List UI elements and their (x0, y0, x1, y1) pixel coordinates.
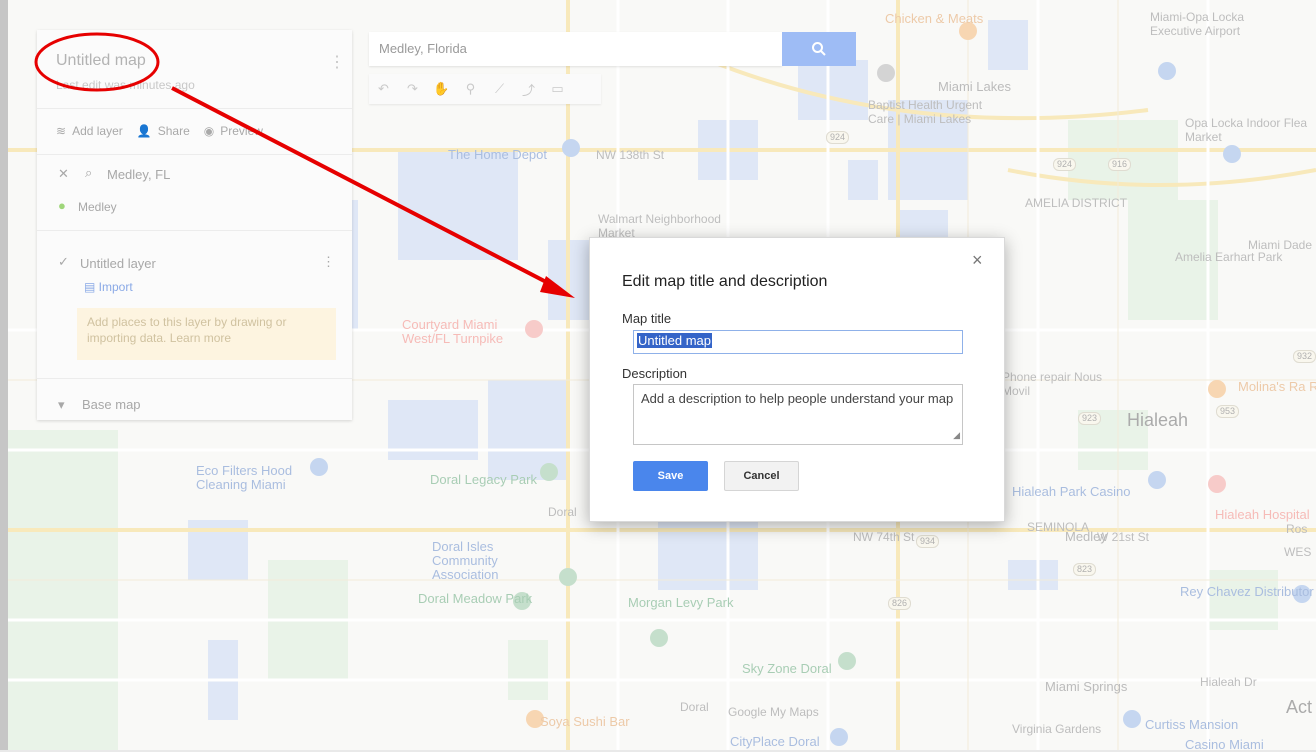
resize-handle-icon[interactable]: ◢ (953, 427, 960, 443)
eye-icon: ◉ (203, 124, 215, 138)
share-button[interactable]: 👤 Share (137, 124, 190, 138)
divider (37, 154, 352, 155)
layer-hint: Add places to this layer by drawing or i… (77, 308, 336, 360)
add-layer-button[interactable]: ≋ Add layer (56, 124, 123, 138)
add-layer-label: Add layer (72, 124, 123, 138)
preview-button[interactable]: ◉ Preview (204, 124, 263, 138)
map-title-label: Map title (622, 311, 672, 326)
directions-icon[interactable]: ⤴ (514, 74, 543, 104)
map-title-input[interactable]: Untitled map (633, 330, 963, 354)
layer-name[interactable]: Untitled layer (80, 256, 156, 271)
panel-more-menu-icon[interactable]: ⋮ (329, 52, 345, 72)
divider (37, 108, 352, 109)
search-result-title[interactable]: Medley, FL (107, 167, 170, 182)
remove-search-icon[interactable]: ✕ (58, 166, 69, 182)
layer-more-menu-icon[interactable]: ⋮ (322, 254, 335, 270)
map-title[interactable]: Untitled map (56, 52, 146, 70)
close-icon[interactable]: × (972, 250, 983, 271)
preview-label: Preview (220, 124, 263, 138)
description-textarea[interactable]: Add a description to help people underst… (633, 384, 963, 445)
description-placeholder: Add a description to help people underst… (641, 391, 954, 406)
ruler-icon[interactable]: ▭ (543, 74, 572, 104)
undo-icon[interactable]: ↶ (369, 74, 398, 104)
marker-icon[interactable]: ⚲ (456, 74, 485, 104)
draw-line-icon[interactable]: ⟋ (485, 74, 514, 104)
map-title-value: Untitled map (637, 333, 712, 348)
add-person-icon: 👤 (136, 124, 152, 138)
divider (37, 230, 352, 231)
place-marker-icon: ● (58, 198, 66, 213)
search-icon (812, 42, 826, 56)
redo-icon[interactable]: ↷ (398, 74, 427, 104)
base-map-expand-icon[interactable]: ▾ (58, 397, 65, 413)
map-side-panel: Untitled map Last edit was minutes ago ⋮… (37, 30, 352, 420)
save-button[interactable]: Save (633, 461, 708, 491)
panel-actions: ≋ Add layer 👤 Share ◉ Preview (56, 124, 263, 138)
dialog-heading: Edit map title and description (622, 273, 828, 290)
hand-icon[interactable]: ✋ (427, 74, 456, 104)
layer-checkbox-icon[interactable]: ✓ (58, 254, 69, 270)
share-label: Share (157, 124, 190, 138)
search-input[interactable]: Medley, Florida (369, 32, 782, 66)
import-icon: ▤ (84, 280, 99, 294)
import-label: Import (98, 280, 133, 294)
search-icon: ⌕ (85, 165, 93, 180)
search-place-item[interactable]: Medley (78, 200, 117, 214)
last-edit-status: Last edit was minutes ago (56, 78, 195, 92)
search-button[interactable] (782, 32, 856, 66)
description-label: Description (622, 366, 688, 381)
edit-title-dialog: × Edit map title and description Map tit… (589, 237, 1005, 522)
cancel-button[interactable]: Cancel (724, 461, 799, 491)
layers-icon: ≋ (56, 124, 67, 138)
map-toolbar: ↶ ↷ ✋ ⚲ ⟋ ⤴ ▭ (369, 74, 601, 104)
import-link[interactable]: ▤ Import (84, 280, 133, 294)
divider (37, 378, 352, 379)
base-map-label[interactable]: Base map (82, 397, 141, 412)
